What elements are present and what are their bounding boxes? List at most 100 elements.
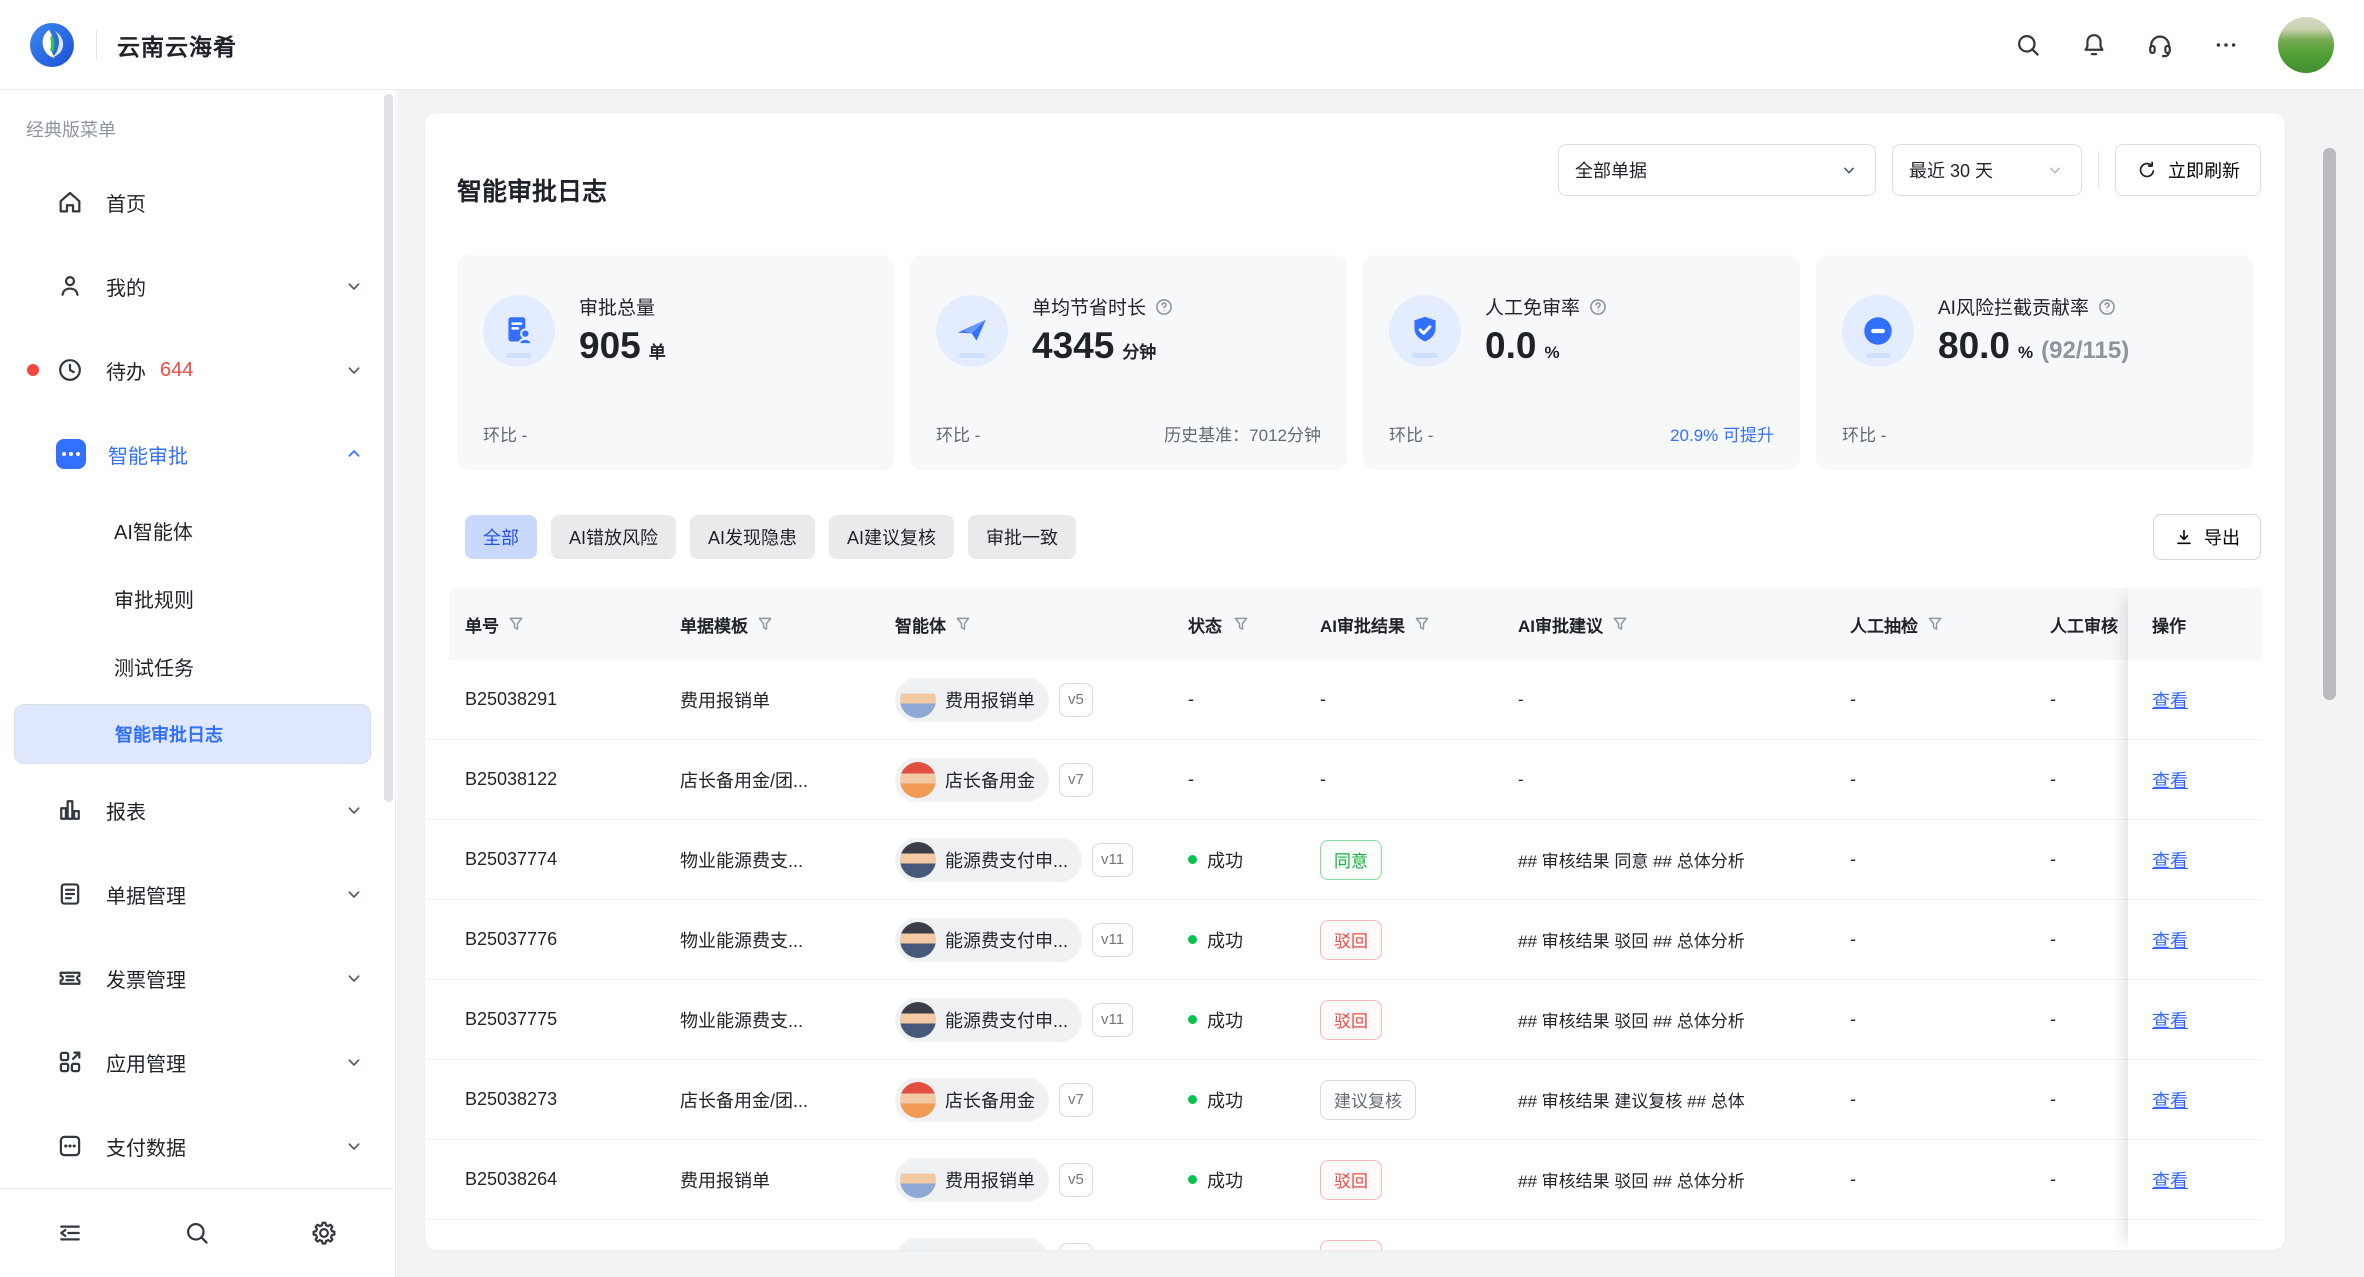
chevron-down-icon (343, 1135, 365, 1157)
headset-icon[interactable] (2146, 31, 2174, 59)
chevron-down-icon (343, 883, 365, 905)
sidebar-item-todo[interactable]: 待办644 (0, 328, 395, 412)
cell-ai-result: 驳回 (1320, 1240, 1518, 1251)
cell-ai-result: 建议复核 (1320, 1080, 1518, 1120)
view-link[interactable]: 查看 (2152, 1087, 2188, 1113)
menu-search-icon[interactable] (183, 1219, 211, 1247)
view-link[interactable]: 查看 (2152, 847, 2188, 873)
view-link[interactable]: 查看 (2152, 1167, 2188, 1193)
view-link[interactable]: 查看 (2152, 1247, 2188, 1251)
cell-manual-sample: - (1850, 689, 2050, 710)
stat-unit: 单 (649, 338, 666, 363)
cell-status: 成功 (1188, 847, 1320, 873)
filter-tab-ai-found-hazard[interactable]: AI发现隐患 (690, 515, 815, 559)
table-row: B25037775物业能源费支...能源费支付申...v11成功驳回## 审核结… (425, 980, 2128, 1060)
cell-manual-review: - (2050, 1089, 2128, 1110)
filter-tab-ai-suggest-review[interactable]: AI建议复核 (829, 515, 954, 559)
agent-pill: 能源费支付申... (895, 838, 1082, 882)
agent-name: 能源费支付申... (945, 1007, 1068, 1033)
sidebar-item-app-management[interactable]: 应用管理 (0, 1020, 395, 1104)
table-row: B25038264费用报销单费用报销单v5成功驳回## 审核结果 驳回 ## 总… (425, 1140, 2128, 1220)
filter-tab-approval-consistent[interactable]: 审批一致 (968, 515, 1076, 559)
view-link[interactable]: 查看 (2152, 927, 2188, 953)
search-icon[interactable] (2014, 31, 2042, 59)
collapse-sidebar-icon[interactable] (56, 1219, 84, 1247)
cell-status: - (1188, 689, 1320, 710)
sidebar-item-doc-management[interactable]: 单据管理 (0, 852, 395, 936)
cell-status: 成功 (1188, 1007, 1320, 1033)
cell-ai-suggestion: ## 审核结果 驳回 ## 总体分析 (1518, 1167, 1850, 1192)
cell-manual-review: - (2050, 929, 2128, 950)
table-row: B25038273店长备用金/团...店长备用金v7成功建议复核## 审核结果 … (425, 1060, 2128, 1140)
cell-template: 店长备用金/团... (680, 1087, 895, 1113)
cell-status: 成功 (1188, 927, 1320, 953)
date-range-select[interactable]: 最近 30 天 (1892, 144, 2082, 196)
page-scrollbar[interactable] (2323, 148, 2336, 700)
cell-agent: 费用报销单v5 (895, 1158, 1188, 1202)
sidebar-item-invoice-management[interactable]: 发票管理 (0, 936, 395, 1020)
filter-funnel-icon[interactable] (507, 615, 525, 633)
sidebar-item-mine[interactable]: 我的 (0, 244, 395, 328)
more-icon[interactable] (2212, 31, 2240, 59)
refresh-button[interactable]: 立即刷新 (2115, 144, 2261, 196)
sidebar-subitem-smart-approval-log[interactable]: 智能审批日志 (14, 704, 371, 764)
brand-divider (96, 30, 97, 60)
cell-manual-review: - (2050, 849, 2128, 870)
help-icon[interactable] (2097, 297, 2117, 317)
view-link[interactable]: 查看 (2152, 767, 2188, 793)
ai-result-badge: 驳回 (1320, 920, 1382, 960)
cell-action: 查看 (2128, 1140, 2262, 1220)
user-avatar[interactable] (2278, 17, 2334, 73)
status-text: 成功 (1207, 1007, 1243, 1033)
column-header-4: AI审批结果 (1320, 612, 1518, 637)
table-row: B25037774物业能源费支...能源费支付申...v11成功同意## 审核结… (425, 820, 2128, 900)
help-icon[interactable] (1588, 297, 1608, 317)
filter-funnel-icon[interactable] (1413, 615, 1431, 633)
help-icon[interactable] (1154, 297, 1174, 317)
filter-tabs: 全部 AI错放风险 AI发现隐患 AI建议复核审批一致 (465, 515, 1076, 559)
agent-version-badge: v11 (1092, 843, 1133, 877)
settings-gear-icon[interactable] (310, 1219, 338, 1247)
sidebar-subitem-test-tasks[interactable]: 测试任务 (0, 632, 395, 700)
bell-icon[interactable] (2080, 31, 2108, 59)
agent-name: 店长备用金 (945, 767, 1035, 793)
stat-footer: 环比 -历史基准：7012分钟 (936, 421, 1321, 446)
sidebar-footer (0, 1188, 394, 1277)
plane-icon (936, 295, 1008, 367)
filter-tab-ai-misplaced-risk[interactable]: AI错放风险 (551, 515, 676, 559)
stat-footer-compare: 环比 - (1842, 421, 1886, 446)
agent-name: 费用报销单 (945, 687, 1035, 713)
ai-result-badge: 建议复核 (1320, 1080, 1416, 1120)
stat-footer-improve-link[interactable]: 20.9% 可提升 (1670, 421, 1774, 446)
cell-agent: 店长备用金v7 (895, 758, 1188, 802)
doc-type-select[interactable]: 全部单据 (1558, 144, 1876, 196)
topbar: 云南云海肴 (0, 0, 2364, 90)
table-fixed-action-column: 操作 查看查看查看查看查看查看查看查看 (2128, 588, 2262, 1250)
filter-funnel-icon[interactable] (756, 615, 774, 633)
view-link[interactable]: 查看 (2152, 687, 2188, 713)
chevron-down-icon (343, 967, 365, 989)
sidebar-subitem-approval-rules[interactable]: 审批规则 (0, 564, 395, 632)
cell-agent: 能源费支付申...v11 (895, 918, 1188, 962)
doc-icon (56, 880, 84, 908)
sidebar-scrollbar[interactable] (384, 94, 393, 802)
sidebar-subitem-ai-agent[interactable]: AI智能体 (0, 496, 395, 564)
filter-funnel-icon[interactable] (1232, 615, 1250, 633)
export-button[interactable]: 导出 (2153, 514, 2261, 560)
filter-funnel-icon[interactable] (1611, 615, 1629, 633)
filter-funnel-icon[interactable] (954, 615, 972, 633)
view-link[interactable]: 查看 (2152, 1007, 2188, 1033)
stat-footer: 环比 -20.9% 可提升 (1389, 421, 1774, 446)
chevron-down-icon (343, 1051, 365, 1073)
filter-funnel-icon[interactable] (1926, 615, 1944, 633)
sidebar-item-reports[interactable]: 报表 (0, 768, 395, 852)
column-header-label: 人工审核 (2050, 612, 2118, 637)
column-header-label: 单号 (465, 612, 499, 637)
sidebar-item-payment-data[interactable]: 支付数据 (0, 1104, 395, 1188)
sidebar-item-smart-approval[interactable]: 智能审批 (0, 412, 395, 496)
agent-pill: 能源费支付申... (895, 918, 1082, 962)
cell-ai-result: 同意 (1320, 840, 1518, 880)
filter-tab-all[interactable]: 全部 (465, 515, 537, 559)
cell-ai-suggestion: ## 审核结果 驳回 ## 总体分析 (1518, 927, 1850, 952)
sidebar-item-home[interactable]: 首页 (0, 160, 395, 244)
